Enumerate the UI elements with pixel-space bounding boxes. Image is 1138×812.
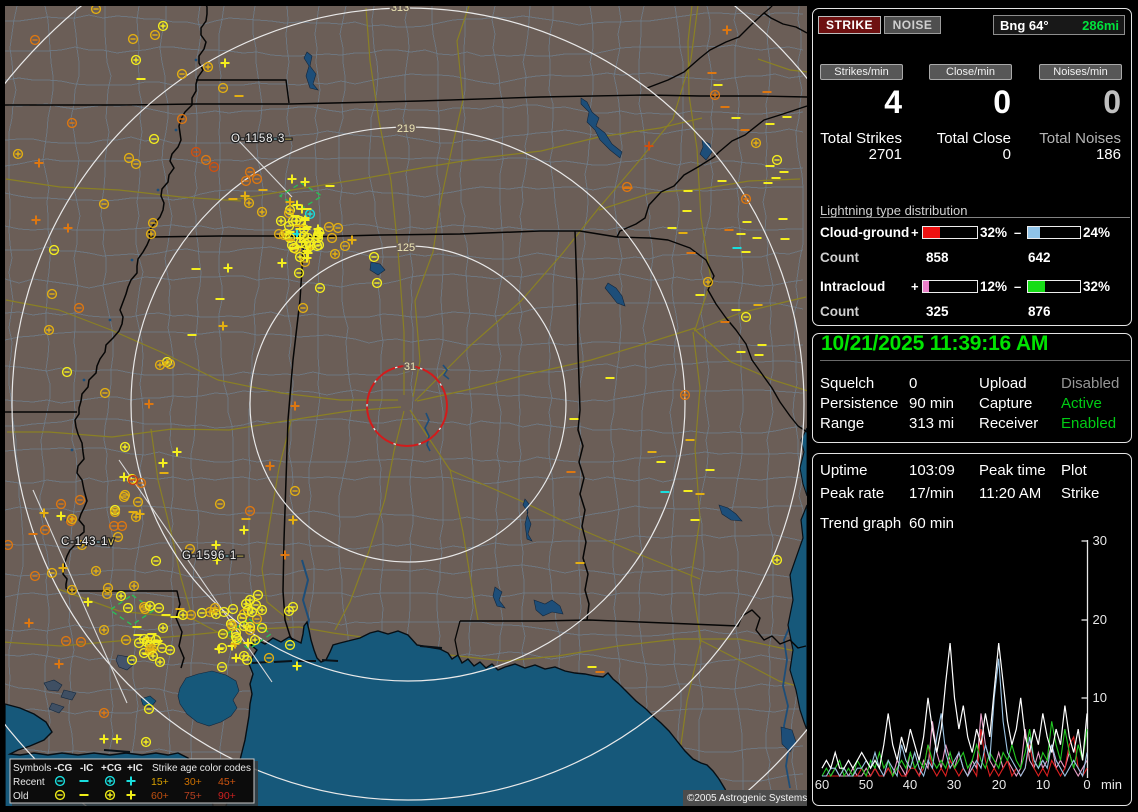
svg-text:O-1158-3–: O-1158-3– [231, 133, 292, 145]
svg-text:10: 10 [1036, 777, 1050, 792]
svg-text:45+: 45+ [218, 776, 236, 788]
svg-text:30: 30 [947, 777, 961, 792]
svg-text:30+: 30+ [184, 776, 202, 788]
svg-text:0: 0 [1083, 777, 1090, 792]
svg-text:-CG: -CG [54, 763, 73, 774]
svg-text:90+: 90+ [218, 790, 236, 802]
svg-text:Old: Old [13, 791, 29, 802]
svg-text:60: 60 [815, 777, 829, 792]
svg-text:20: 20 [1093, 612, 1107, 627]
svg-text:40: 40 [903, 777, 917, 792]
svg-text:75+: 75+ [184, 790, 202, 802]
svg-text:60+: 60+ [151, 790, 169, 802]
svg-text:Recent: Recent [13, 777, 45, 788]
svg-text:50: 50 [859, 777, 873, 792]
svg-text:219: 219 [397, 123, 415, 135]
svg-text:G-1596-1–: G-1596-1– [182, 550, 244, 562]
svg-text:C-143-1v: C-143-1v [61, 536, 115, 548]
svg-text:31: 31 [404, 361, 416, 373]
svg-text:Symbols: Symbols [13, 763, 51, 774]
svg-text:20: 20 [992, 777, 1006, 792]
svg-text:10: 10 [1093, 690, 1107, 705]
svg-text:-IC: -IC [80, 763, 93, 774]
svg-text:+CG: +CG [101, 763, 122, 774]
svg-text:+IC: +IC [127, 763, 143, 774]
svg-text:min: min [1101, 777, 1122, 792]
svg-text:15+: 15+ [151, 776, 169, 788]
svg-text:Strike age color codes: Strike age color codes [152, 763, 251, 774]
svg-text:125: 125 [397, 242, 415, 254]
svg-text:©2005 Astrogenic Systems: ©2005 Astrogenic Systems [687, 793, 807, 804]
svg-text:30: 30 [1093, 535, 1107, 548]
